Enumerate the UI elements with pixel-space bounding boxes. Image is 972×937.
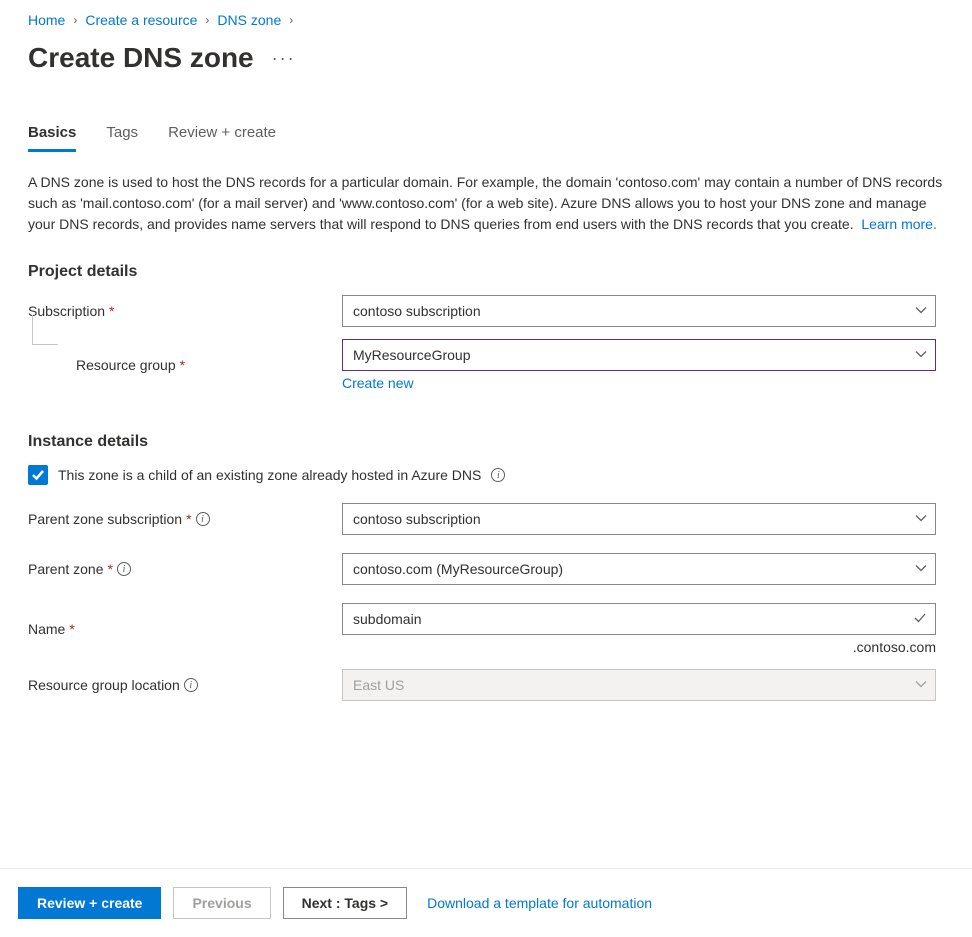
breadcrumb-home[interactable]: Home	[28, 12, 65, 28]
next-button[interactable]: Next : Tags >	[283, 887, 408, 919]
tabs: Basics Tags Review + create	[28, 124, 944, 152]
child-zone-checkbox[interactable]	[28, 465, 48, 485]
tab-review-create[interactable]: Review + create	[168, 124, 276, 152]
more-actions-icon[interactable]: ···	[272, 48, 296, 69]
learn-more-link[interactable]: Learn more.	[861, 216, 936, 232]
chevron-right-icon: ›	[73, 13, 77, 27]
section-project-details: Project details	[28, 263, 944, 281]
chevron-down-icon	[915, 347, 927, 363]
subscription-label: Subscription *	[28, 303, 342, 319]
tab-basics[interactable]: Basics	[28, 124, 76, 152]
footer: Review + create Previous Next : Tags > D…	[0, 868, 972, 937]
info-icon[interactable]: i	[491, 468, 505, 482]
page-description: A DNS zone is used to host the DNS recor…	[28, 172, 944, 235]
breadcrumb: Home › Create a resource › DNS zone ›	[28, 12, 944, 28]
resource-group-select[interactable]: MyResourceGroup	[342, 339, 936, 371]
parent-zone-select[interactable]: contoso.com (MyResourceGroup)	[342, 553, 936, 585]
section-instance-details: Instance details	[28, 433, 944, 451]
parent-zone-subscription-select[interactable]: contoso subscription	[342, 503, 936, 535]
download-template-link[interactable]: Download a template for automation	[427, 895, 652, 911]
chevron-down-icon	[915, 303, 927, 319]
resource-group-location-select: East US	[342, 669, 936, 701]
review-create-button[interactable]: Review + create	[18, 887, 161, 919]
info-icon[interactable]: i	[196, 512, 210, 526]
chevron-right-icon: ›	[289, 13, 293, 27]
tab-tags[interactable]: Tags	[106, 124, 138, 152]
info-icon[interactable]: i	[184, 678, 198, 692]
name-suffix: .contoso.com	[342, 639, 936, 655]
child-zone-label: This zone is a child of an existing zone…	[58, 467, 481, 483]
chevron-down-icon	[915, 511, 927, 527]
page-title: Create DNS zone	[28, 42, 254, 74]
info-icon[interactable]: i	[117, 562, 131, 576]
resource-group-location-label: Resource group location i	[28, 677, 342, 693]
chevron-down-icon	[915, 677, 927, 693]
parent-zone-subscription-label: Parent zone subscription * i	[28, 511, 342, 527]
subscription-select[interactable]: contoso subscription	[342, 295, 936, 327]
previous-button: Previous	[173, 887, 270, 919]
chevron-right-icon: ›	[205, 13, 209, 27]
name-input[interactable]: subdomain	[342, 603, 936, 635]
resource-group-label: Resource group *	[28, 357, 342, 373]
name-label: Name *	[28, 621, 342, 637]
checkmark-icon	[913, 611, 927, 628]
parent-zone-label: Parent zone * i	[28, 561, 342, 577]
chevron-down-icon	[915, 561, 927, 577]
breadcrumb-dns-zone[interactable]: DNS zone	[217, 12, 281, 28]
create-new-link[interactable]: Create new	[342, 375, 414, 391]
breadcrumb-create-resource[interactable]: Create a resource	[85, 12, 197, 28]
